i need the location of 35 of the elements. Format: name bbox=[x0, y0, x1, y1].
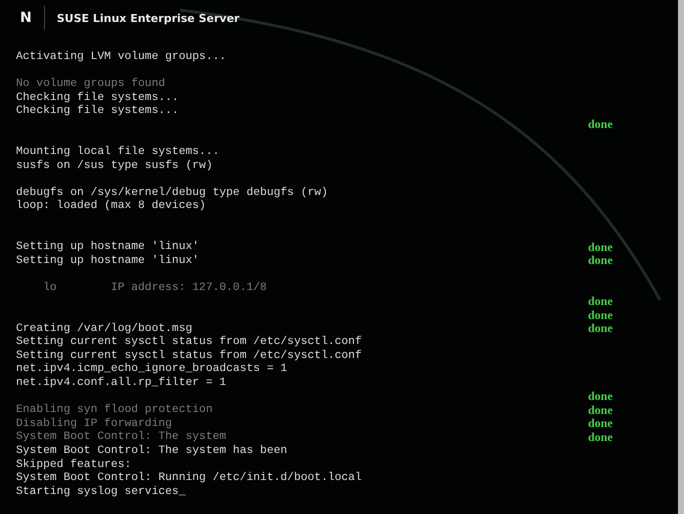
console-line: Setting current sysctl status from /etc/sysctl.conf bbox=[16, 350, 363, 362]
status-text: done bbox=[588, 294, 613, 309]
console-line: System Boot Control: Running /etc/init.d/boot.local bbox=[16, 472, 363, 484]
console-line: Setting current sysctl status from /etc/sysctl.conf bbox=[16, 336, 363, 348]
console-line: Activating LVM volume groups... bbox=[16, 50, 228, 63]
status-text: done bbox=[588, 308, 613, 323]
console-line: Mounting local file systems... bbox=[16, 146, 220, 158]
console-line: System Boot Control: The system has been bbox=[16, 445, 288, 458]
status-text: done bbox=[588, 240, 613, 255]
status-text: done bbox=[588, 253, 613, 268]
console-line: lo IP address: 127.0.0.1/8 bbox=[42, 282, 268, 294]
console-line: Checking file systems... bbox=[16, 105, 180, 118]
product-title: SUSE Linux Enterprise Server bbox=[56, 12, 240, 24]
status-text: done bbox=[588, 321, 613, 336]
status-text: done bbox=[588, 416, 613, 432]
console-line: loop: loaded (max 8 devices) bbox=[16, 200, 207, 212]
console-line: Disabling IP forwarding bbox=[16, 418, 173, 430]
console-line: Starting syslog services_ bbox=[16, 486, 186, 498]
status-text: done bbox=[588, 402, 613, 418]
console-line: Setting up hostname 'linux' bbox=[16, 241, 200, 254]
console-line: net.ipv4.conf.all.rp_filter = 1 bbox=[16, 377, 228, 390]
console-line: susfs on /sus type susfs (rw) bbox=[16, 160, 214, 172]
console-line: System Boot Control: The system bbox=[16, 431, 228, 444]
console-line: Creating /var/log/boot.msg bbox=[16, 322, 194, 335]
logo-letter: N bbox=[20, 10, 32, 26]
console-line: net.ipv4.icmp_echo_ignore_broadcasts = 1 bbox=[16, 363, 288, 376]
console-line: debugfs on /sys/kernel/debug type debugfs (rw) bbox=[16, 186, 329, 199]
console-line: Enabling syn flood protection bbox=[16, 404, 214, 416]
console-line: Setting up hostname 'linux' bbox=[16, 254, 200, 267]
console-line: No volume groups found bbox=[16, 78, 166, 90]
status-text: done bbox=[588, 117, 613, 132]
status-text: done bbox=[588, 389, 613, 404]
status-text: done bbox=[588, 430, 613, 445]
console-line: Skipped features: bbox=[16, 458, 132, 471]
console-line: Checking file systems... bbox=[16, 92, 180, 104]
